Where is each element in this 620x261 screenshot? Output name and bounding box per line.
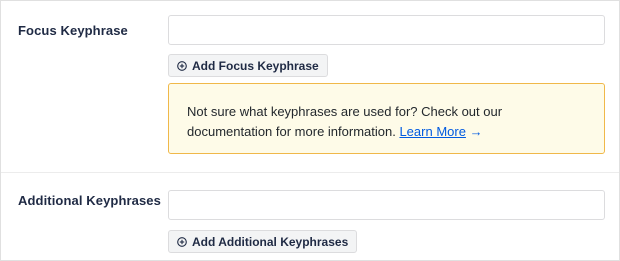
plus-circle-icon	[177, 60, 187, 71]
plus-circle-icon	[177, 236, 187, 247]
focus-keyphrase-input[interactable]	[168, 15, 605, 45]
add-additional-keyphrases-label: Add Additional Keyphrases	[192, 234, 349, 249]
section-divider	[1, 172, 619, 173]
add-focus-keyphrase-label: Add Focus Keyphrase	[192, 58, 319, 73]
keyphrase-help-notice: Not sure what keyphrases are used for? C…	[168, 83, 605, 154]
learn-more-link[interactable]: Learn More	[399, 124, 465, 139]
keyphrases-panel: Focus Keyphrase Add Focus Keyphrase Not …	[0, 0, 620, 261]
additional-keyphrases-label: Additional Keyphrases	[18, 193, 161, 208]
add-focus-keyphrase-button[interactable]: Add Focus Keyphrase	[168, 54, 328, 77]
additional-keyphrases-input[interactable]	[168, 190, 605, 220]
arrow-right-icon: →	[469, 124, 483, 139]
focus-keyphrase-label: Focus Keyphrase	[18, 23, 128, 38]
add-additional-keyphrases-button[interactable]: Add Additional Keyphrases	[168, 230, 358, 253]
